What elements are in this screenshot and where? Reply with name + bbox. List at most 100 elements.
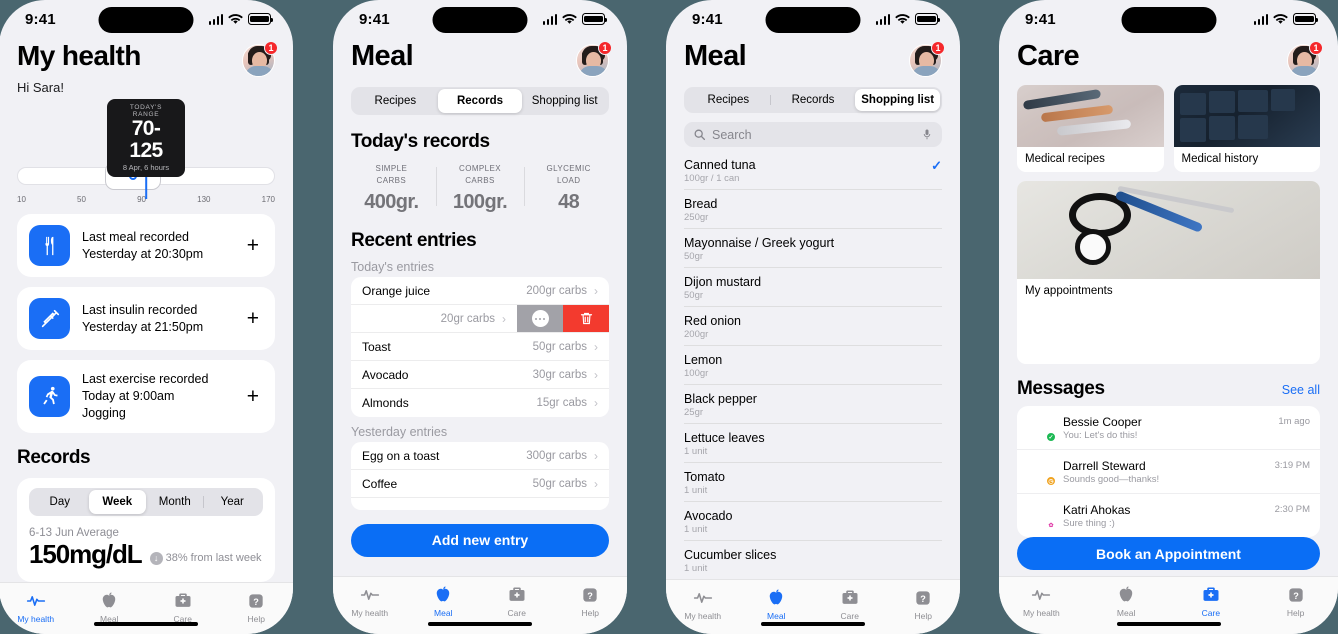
entry-row[interactable]: Coffee 50gr carbs › — [351, 470, 609, 499]
avatar: ✿ — [1027, 502, 1056, 530]
tab-bar[interactable]: My health Meal Care ? Help — [0, 581, 294, 634]
avatar[interactable]: 1 — [576, 41, 612, 77]
see-all-link[interactable]: See all — [1282, 383, 1320, 397]
item-qty: 50gr — [684, 251, 704, 263]
meal-tabs[interactable]: Recipes Records Shopping list — [684, 87, 942, 114]
search-input[interactable]: Search — [684, 122, 942, 148]
list-item[interactable]: Red onion 200gr — [684, 307, 942, 347]
list-item[interactable]: Mayonnaise / Greek yogurt 50gr — [684, 229, 942, 269]
item-qty: 1 unit — [684, 446, 708, 458]
tab-help[interactable]: ? Help — [1253, 585, 1338, 634]
tab-my-health[interactable]: My health — [999, 585, 1084, 634]
messages-header: Messages See all — [999, 378, 1338, 400]
item-name: Red onion — [684, 314, 741, 329]
tab-records[interactable]: Records — [771, 89, 856, 111]
entry-row[interactable]: Almonds 15gr cabs › — [351, 389, 609, 418]
tab-label: Care — [507, 608, 526, 618]
microphone-icon[interactable] — [921, 127, 933, 142]
question-mark-icon: ? — [916, 591, 930, 606]
tab-shopping-list[interactable]: Shopping list — [522, 89, 607, 113]
entry-row-swiped[interactable]: 20gr carbs › — [351, 305, 609, 334]
tab-meal[interactable]: Meal — [73, 591, 147, 634]
tab-help[interactable]: ? Help — [554, 585, 628, 634]
book-appointment-button[interactable]: Book an Appointment — [1017, 537, 1320, 570]
more-button[interactable] — [517, 305, 563, 333]
tile-medical-history[interactable]: Medical history — [1173, 85, 1320, 172]
entry-row-content[interactable]: 20gr carbs › — [351, 305, 517, 332]
message-time: 3:19 PM — [1274, 460, 1310, 471]
message-text: Katri Ahokas Sure thing :) — [1063, 503, 1130, 529]
tab-my-health[interactable]: My health — [333, 585, 407, 634]
tab-meal[interactable]: Meal — [407, 585, 481, 634]
status-time: 9:41 — [1025, 10, 1056, 28]
range-tooltip-sub: 8 Apr, 6 hours — [122, 163, 170, 173]
tab-help[interactable]: ? Help — [887, 588, 961, 634]
period-segmented-control[interactable]: Day Week Month Year — [29, 487, 263, 516]
tab-help[interactable]: ? Help — [220, 591, 294, 634]
cutlery-icon — [29, 225, 70, 266]
tab-label: Meal — [434, 608, 453, 618]
avatar[interactable]: 1 — [242, 41, 278, 77]
tab-care[interactable]: Care — [813, 588, 887, 634]
chevron-right-icon: › — [594, 476, 598, 491]
entry-carbs: 15gr cabs — [536, 397, 587, 410]
yesterday-entries-label: Yesterday entries — [351, 425, 448, 440]
avatar[interactable]: 1 — [909, 41, 945, 77]
avatar[interactable]: 1 — [1287, 41, 1323, 77]
tab-my-health[interactable]: My health — [666, 588, 740, 634]
add-meal-button[interactable]: + — [247, 235, 263, 256]
list-item[interactable]: Bread 250gr — [684, 190, 942, 230]
list-item[interactable]: Dijon mustard 50gr — [684, 268, 942, 308]
entry-row-partial[interactable] — [351, 498, 609, 511]
sender-name: Darrell Steward — [1063, 458, 1146, 473]
list-item[interactable]: Tomato 1 unit — [684, 463, 942, 503]
period-week[interactable]: Week — [88, 489, 146, 514]
last-insulin-card[interactable]: Last insulin recorded Yesterday at 21:50… — [17, 287, 275, 350]
item-name: Cucumber slices — [684, 548, 777, 563]
message-row[interactable]: ◷ Darrell Steward Sounds good—thanks! 3:… — [1017, 450, 1320, 494]
add-exercise-button[interactable]: + — [247, 386, 263, 407]
last-meal-card[interactable]: Last meal recorded Yesterday at 20:30pm … — [17, 214, 275, 277]
avatar: ✓ — [1027, 414, 1056, 442]
message-row[interactable]: ✓ Bessie Cooper You: Let's do this! 1m a… — [1017, 406, 1320, 450]
delete-button[interactable] — [563, 305, 609, 333]
tile-my-appointments[interactable]: My appointments — [1017, 181, 1320, 364]
tab-records[interactable]: Records — [437, 89, 523, 113]
range-tooltip: TODAY'S RANGE 70-125 8 Apr, 6 hours — [107, 99, 185, 200]
tab-my-health[interactable]: My health — [0, 591, 73, 634]
list-item[interactable]: Cucumber slices 1 unit — [684, 541, 942, 579]
list-item[interactable]: Lemon 100gr — [684, 346, 942, 386]
meal-tabs[interactable]: Recipes Records Shopping list — [351, 87, 609, 115]
card-line-1: Last meal recorded — [82, 229, 190, 244]
tab-care[interactable]: Care — [480, 585, 554, 634]
tab-care[interactable]: Care — [1169, 585, 1254, 634]
stat-label-line1: SIMPLE — [375, 164, 408, 173]
last-exercise-card[interactable]: Last exercise recorded Today at 9:00am J… — [17, 360, 275, 433]
tab-meal[interactable]: Meal — [1084, 585, 1169, 634]
tile-caption: Medical history — [1181, 153, 1259, 165]
tab-care[interactable]: Care — [146, 591, 220, 634]
add-new-entry-button[interactable]: Add new entry — [351, 523, 609, 557]
message-preview: Sure thing :) — [1063, 517, 1115, 529]
tab-recipes[interactable]: Recipes — [686, 89, 771, 111]
entry-row[interactable]: Orange juice 200gr carbs › — [351, 277, 609, 306]
tile-medical-recipes[interactable]: Medical recipes — [1017, 85, 1164, 172]
messages-title: Messages — [1017, 378, 1105, 399]
period-year[interactable]: Year — [204, 490, 262, 514]
entry-row[interactable]: Toast 50gr carbs › — [351, 333, 609, 362]
list-item[interactable]: Canned tuna 100gr / 1 can ✓ — [684, 151, 942, 191]
tab-shopping-list[interactable]: Shopping list — [855, 89, 941, 112]
list-item[interactable]: Lettuce leaves 1 unit — [684, 424, 942, 464]
checkmark-icon[interactable]: ✓ — [931, 158, 942, 174]
todays-records-title: Today's records — [351, 131, 490, 152]
period-month[interactable]: Month — [146, 490, 204, 514]
list-item[interactable]: Black pepper 25gr — [684, 385, 942, 425]
tab-meal[interactable]: Meal — [740, 588, 814, 634]
tab-recipes[interactable]: Recipes — [353, 89, 438, 113]
message-row[interactable]: ✿ Katri Ahokas Sure thing :) 2:30 PM — [1017, 494, 1320, 537]
period-day[interactable]: Day — [31, 490, 89, 514]
entry-row[interactable]: Egg on a toast 300gr carbs › — [351, 442, 609, 471]
entry-row[interactable]: Avocado 30gr carbs › — [351, 361, 609, 390]
list-item[interactable]: Avocado 1 unit — [684, 502, 942, 542]
add-insulin-button[interactable]: + — [247, 308, 263, 329]
